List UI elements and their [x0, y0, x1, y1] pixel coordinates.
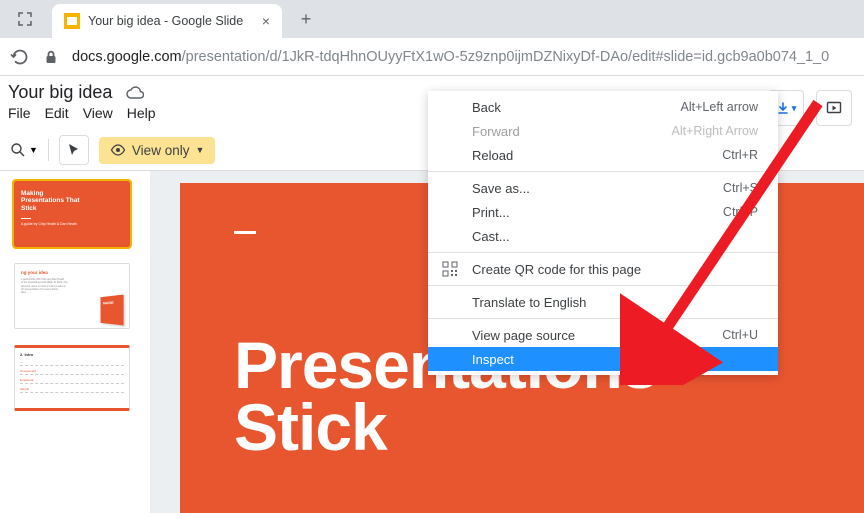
tab-strip: Your big idea - Google Slide × + [0, 0, 864, 38]
page-title[interactable]: Your big idea [8, 82, 112, 103]
tab-title: Your big idea - Google Slide [88, 14, 254, 28]
eye-icon [110, 144, 126, 156]
thumb3-title: 2. Intro [20, 352, 124, 357]
reload-icon[interactable] [10, 47, 30, 67]
context-menu: BackAlt+Left arrow ForwardAlt+Right Arro… [428, 91, 778, 375]
cm-reload[interactable]: ReloadCtrl+R [428, 143, 778, 167]
lock-icon[interactable] [44, 50, 58, 64]
menu-edit[interactable]: Edit [45, 105, 69, 121]
menu-file[interactable]: File [8, 105, 31, 121]
zoom-control[interactable]: ▼ [10, 142, 38, 158]
view-only-label: View only [132, 143, 190, 158]
separator [428, 318, 778, 319]
thumb1-sub: A guide by Chip Heath & Dan Heath [21, 222, 123, 226]
select-tool[interactable] [59, 135, 89, 165]
cm-print[interactable]: Print...Ctrl+P [428, 200, 778, 224]
thumb3-item: Emotional [20, 378, 124, 384]
cursor-icon [67, 143, 81, 157]
view-only-badge[interactable]: View only ▼ [99, 137, 215, 164]
slide-thumbnail-3[interactable]: 2. Intro — Unexpected Emotional Simple [14, 345, 130, 411]
slide-thumbnail-1[interactable]: Making Presentations That Stick A guide … [14, 181, 130, 247]
thumb2-text: e partnership with Chip and Dan Heath, o… [21, 278, 123, 294]
book-graphic [101, 295, 124, 326]
separator [48, 139, 49, 161]
slide-thumbnail-2[interactable]: ng your idea e partnership with Chip and… [14, 263, 130, 329]
qr-icon [442, 261, 458, 277]
close-icon[interactable]: × [262, 13, 270, 29]
url-text[interactable]: docs.google.com/presentation/d/1JkR-tdqH… [72, 49, 829, 65]
decorative-line [21, 218, 31, 219]
cm-forward: ForwardAlt+Right Arrow [428, 119, 778, 143]
thumb1-title: Making Presentations That Stick [21, 190, 123, 212]
separator [428, 252, 778, 253]
separator [428, 171, 778, 172]
thumb3-item: Unexpected [20, 369, 124, 375]
address-bar: docs.google.com/presentation/d/1JkR-tdqH… [0, 38, 864, 76]
filmstrip: Making Presentations That Stick A guide … [0, 171, 150, 513]
thumb2-title: ng your idea [21, 270, 123, 275]
cloud-saved-icon[interactable] [126, 86, 144, 100]
browser-tab[interactable]: Your big idea - Google Slide × [52, 4, 282, 38]
menu-view[interactable]: View [83, 105, 113, 121]
cm-inspect[interactable]: Inspect [428, 347, 778, 371]
cm-cast[interactable]: Cast... [428, 224, 778, 248]
present-button[interactable] [816, 90, 852, 126]
cm-qr-code[interactable]: Create QR code for this page [428, 257, 778, 281]
fullscreen-icon[interactable] [18, 12, 32, 26]
magnify-icon [10, 142, 26, 158]
cm-back[interactable]: BackAlt+Left arrow [428, 95, 778, 119]
decorative-dash [234, 231, 256, 234]
play-icon [826, 100, 842, 116]
new-tab-button[interactable]: + [292, 5, 320, 33]
cm-translate[interactable]: Translate to English [428, 290, 778, 314]
chevron-down-icon: ▼ [195, 145, 204, 155]
chevron-down-icon: ▼ [29, 145, 38, 155]
thumb3-item: Simple [20, 387, 124, 393]
menu-help[interactable]: Help [127, 105, 156, 121]
menu-bar: File Edit View Help [8, 105, 156, 121]
cm-view-source[interactable]: View page sourceCtrl+U [428, 323, 778, 347]
slides-favicon [64, 13, 80, 29]
separator [428, 285, 778, 286]
url-host: docs.google.com [72, 49, 182, 65]
thumb3-item: — [20, 360, 124, 366]
cm-save-as[interactable]: Save as...Ctrl+S [428, 176, 778, 200]
url-path: /presentation/d/1JkR-tdqHhnOUyyFtX1wO-5z… [182, 49, 830, 65]
